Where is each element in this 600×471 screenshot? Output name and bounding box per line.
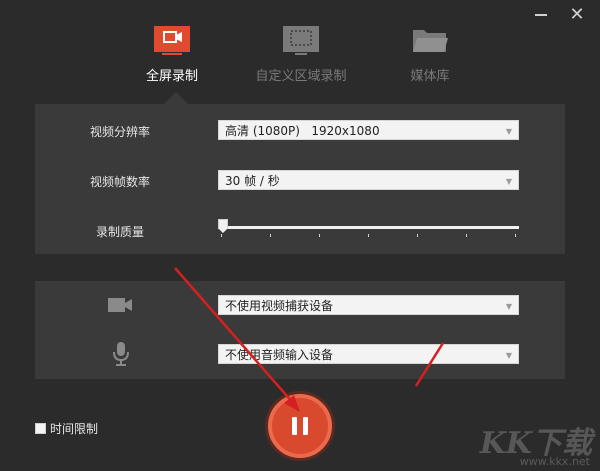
mode-tabs: 全屏录制 自定义区域录制 媒体库 (0, 22, 600, 92)
video-settings-panel: 视频分辨率 高清 (1080P) 1920x1080 ▼ 视频帧数率 30 帧 … (35, 104, 565, 254)
camera-icon (107, 294, 133, 320)
tab-label: 媒体库 (410, 69, 450, 84)
chevron-down-icon: ▼ (505, 302, 512, 311)
slider-tick (221, 234, 222, 237)
microphone-value: 不使用音频输入设备 (225, 347, 334, 362)
slider-tick (319, 234, 320, 237)
time-limit-label: 时间限制 (50, 422, 99, 436)
device-settings-panel: 不使用视频捕获设备 ▼ 不使用音频输入设备 ▼ (35, 281, 565, 379)
screen-record-icon (152, 22, 192, 56)
camera-value: 不使用视频捕获设备 (225, 298, 334, 313)
active-tab-pointer (164, 92, 188, 104)
pause-icon (289, 417, 311, 435)
slider-thumb[interactable] (218, 219, 228, 233)
resolution-label: 视频分辨率 (90, 125, 151, 139)
microphone-select[interactable]: 不使用音频输入设备 ▼ (218, 344, 519, 364)
region-select-icon (281, 22, 321, 56)
time-limit-checkbox[interactable]: 时间限制 (35, 420, 98, 437)
microphone-icon (111, 341, 131, 371)
framerate-select[interactable]: 30 帧 / 秒 ▼ (218, 170, 519, 190)
checkbox-box[interactable] (35, 423, 46, 434)
framerate-label: 视频帧数率 (90, 175, 151, 189)
quality-label: 录制质量 (96, 225, 145, 239)
record-pause-button[interactable] (268, 394, 332, 458)
slider-tick (466, 234, 467, 237)
chevron-down-icon: ▼ (505, 127, 512, 136)
slider-tick (515, 234, 516, 237)
chevron-down-icon: ▼ (505, 177, 512, 186)
tab-label: 全屏录制 (145, 69, 198, 84)
slider-track (218, 226, 519, 229)
chevron-down-icon: ▼ (505, 351, 512, 360)
camera-select[interactable]: 不使用视频捕获设备 ▼ (218, 295, 519, 315)
tab-region-record[interactable]: 自定义区域录制 (252, 22, 350, 84)
slider-tick (270, 234, 271, 237)
minimize-icon (535, 14, 547, 16)
tab-media-library[interactable]: 媒体库 (400, 22, 460, 84)
framerate-value: 30 帧 / 秒 (225, 173, 280, 188)
quality-slider[interactable] (218, 218, 519, 238)
watermark-url: www.kkx.net (519, 455, 590, 468)
tab-fullscreen-record[interactable]: 全屏录制 (140, 22, 204, 84)
folder-icon (410, 22, 450, 56)
resolution-value: 高清 (1080P) 1920x1080 (225, 123, 380, 138)
slider-tick (368, 234, 369, 237)
tab-label: 自定义区域录制 (255, 69, 347, 84)
resolution-select[interactable]: 高清 (1080P) 1920x1080 ▼ (218, 120, 519, 140)
slider-tick (417, 234, 418, 237)
